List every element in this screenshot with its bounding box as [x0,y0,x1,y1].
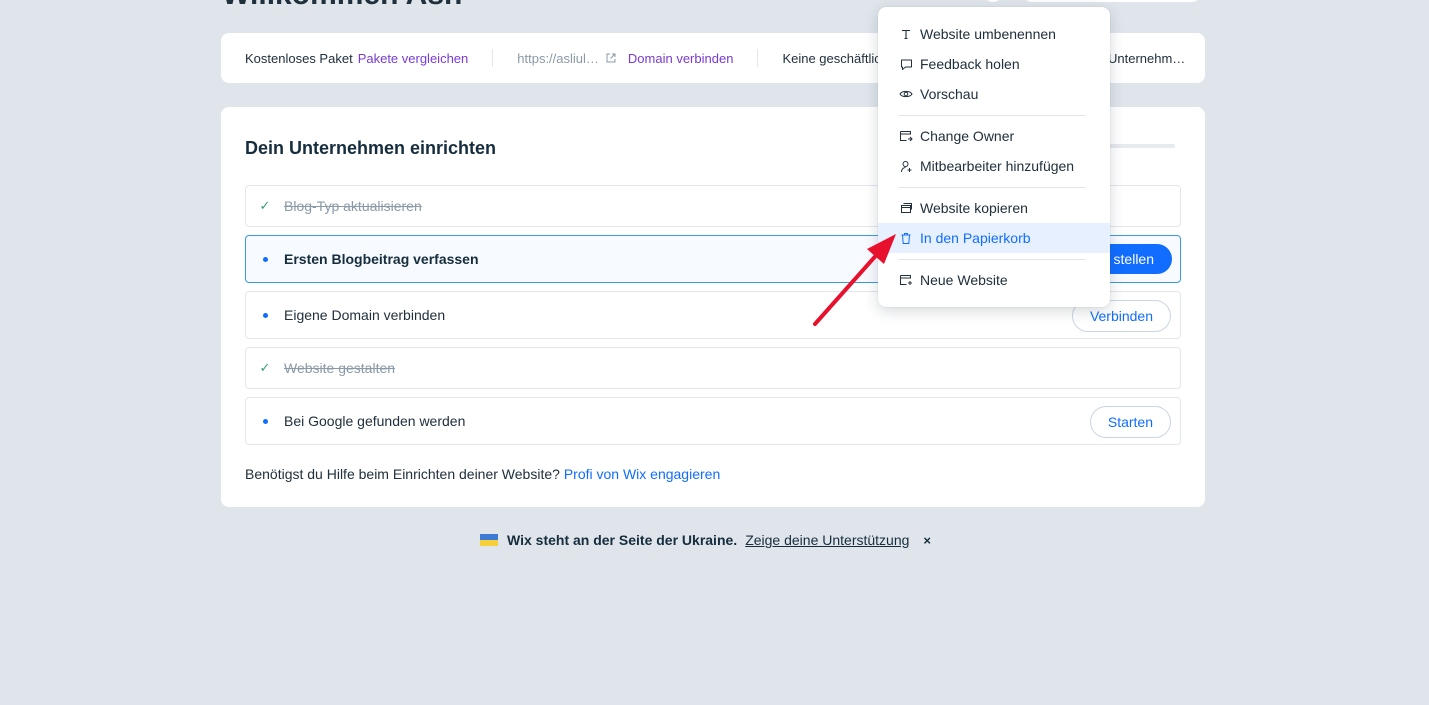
hire-pro-link[interactable]: Profi von Wix engagieren [564,466,720,482]
eye-icon [898,86,914,102]
menu-item-duplicate[interactable]: Website kopieren [878,193,1110,223]
menu-item-label: Neue Website [920,272,1008,288]
menu-item-preview[interactable]: Vorschau [878,79,1110,109]
bullet-icon [262,418,268,424]
trash-icon [898,230,914,246]
connect-domain-link[interactable]: Domain verbinden [628,51,734,66]
bullet-icon [262,256,268,262]
menu-item-feedback[interactable]: Feedback holen [878,49,1110,79]
menu-divider [898,187,1086,188]
bullet-icon [262,312,268,318]
plan-segment: Kostenloses Paket Pakete vergleichen [221,33,492,83]
task-label: Blog-Typ aktualisieren [284,198,422,214]
business-email-segment: Keine geschäftliche [758,33,895,83]
task-item[interactable]: ✓ Website gestalten [245,347,1181,389]
help-text: Benötigst du Hilfe beim Einrichten deine… [245,466,560,482]
menu-item-new-site[interactable]: Neue Website [878,265,1110,295]
domain-segment: https://asliul… Domain verbinden [493,33,757,83]
start-button[interactable]: Starten [1089,406,1171,438]
task-label: Ersten Blogbeitrag verfassen [284,251,479,267]
new-site-icon [898,272,914,288]
task-label: Eigene Domain verbinden [284,307,446,323]
plan-label: Kostenloses Paket [245,50,353,66]
menu-divider [898,259,1086,260]
menu-divider [898,115,1086,116]
close-icon[interactable]: × [923,533,931,548]
support-link[interactable]: Zeige deine Unterstützung [745,532,909,548]
site-actions-button[interactable] [1024,0,1200,2]
help-button[interactable] [983,0,1003,2]
task-label: Bei Google gefunden werden [284,413,466,429]
external-link-icon[interactable] [606,53,616,63]
ukraine-flag-icon [480,534,498,546]
ukraine-banner: Wix steht an der Seite der Ukraine. Zeig… [480,532,931,548]
menu-item-label: In den Papierkorb [920,230,1031,246]
setup-title: Dein Unternehmen einrichten [245,138,497,158]
copy-icon [898,200,914,216]
business-name-segment: Unternehm… [1108,33,1185,83]
checkmark-icon: ✓ [259,360,271,375]
menu-item-add-collaborator[interactable]: Mitbearbeiter hinzufügen [878,151,1110,181]
task-item[interactable]: Bei Google gefunden werden Starten [245,397,1181,445]
text-icon [898,26,914,42]
help-line: Benötigst du Hilfe beim Einrichten deine… [245,466,720,482]
checkmark-icon: ✓ [259,198,271,213]
menu-item-change-owner[interactable]: Change Owner [878,121,1110,151]
menu-item-rename[interactable]: Website umbenennen [878,19,1110,49]
add-person-icon [898,158,914,174]
menu-item-label: Website umbenennen [920,26,1056,42]
menu-item-label: Change Owner [920,128,1015,144]
task-label: Website gestalten [284,360,396,376]
menu-item-label: Feedback holen [920,56,1020,72]
compare-plans-link[interactable]: Pakete vergleichen [358,51,469,66]
speech-bubble-icon [898,56,914,72]
menu-item-label: Website kopieren [920,200,1028,216]
page-title: Willkommen Ash [222,0,462,12]
business-name-label: Unternehm… [1108,50,1186,66]
site-actions-menu: Website umbenennen Feedback holen Vorsch… [878,7,1110,307]
transfer-icon [898,128,914,144]
banner-message: Wix steht an der Seite der Ukraine. [507,532,738,548]
menu-item-trash[interactable]: In den Papierkorb [878,223,1110,253]
menu-item-label: Mitbearbeiter hinzufügen [920,158,1075,174]
site-url[interactable]: https://asliul… [517,51,599,66]
menu-item-label: Vorschau [920,86,979,102]
